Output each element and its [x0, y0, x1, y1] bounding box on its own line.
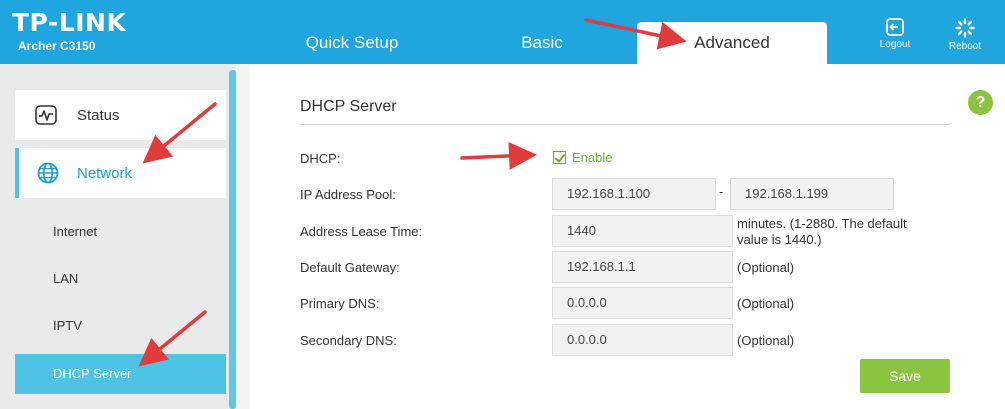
sidebar-subitem-iptv[interactable]: IPTV [15, 306, 226, 346]
gateway-input[interactable]: 192.168.1.1 [552, 251, 733, 283]
brand-logo: TP-LINK [12, 8, 127, 37]
reboot-icon [955, 18, 975, 38]
primary-dns-input[interactable]: 0.0.0.0 [552, 287, 733, 319]
brand: TP-LINK Archer C3150 [12, 8, 127, 54]
brand-model: Archer C3150 [18, 39, 96, 53]
ip-pool-end-input[interactable]: 192.168.1.199 [730, 178, 894, 210]
sidebar-subitem-lan[interactable]: LAN [15, 259, 226, 299]
secondary-dns-note: (Optional) [737, 333, 795, 348]
sidebar-item-status[interactable]: Status [15, 90, 226, 140]
reboot-label: Reboot [948, 41, 982, 52]
sidebar-subitem-internet[interactable]: Internet [15, 212, 226, 252]
page-title: DHCP Server [300, 98, 397, 115]
secondary-dns-label: Secondary DNS: [300, 333, 397, 348]
activity-icon [15, 105, 77, 125]
gateway-note: (Optional) [737, 260, 795, 275]
dhcp-label: DHCP: [300, 151, 341, 166]
logout-icon [886, 18, 904, 36]
ip-pool-start-input[interactable]: 192.168.1.100 [552, 178, 716, 210]
help-button[interactable]: ? [968, 90, 993, 115]
primary-dns-note: (Optional) [737, 296, 795, 311]
reboot-button[interactable]: Reboot [940, 18, 990, 52]
tab-advanced[interactable]: Advanced [637, 22, 827, 64]
tab-quick-setup[interactable]: Quick Setup [282, 0, 422, 64]
gateway-label: Default Gateway: [300, 260, 400, 275]
sidebar-subitem-dhcp-server[interactable]: DHCP Server [15, 354, 226, 394]
secondary-dns-input[interactable]: 0.0.0.0 [552, 324, 733, 356]
title-divider [300, 124, 950, 125]
ip-pool-label: IP Address Pool: [300, 187, 396, 202]
top-bar: TP-LINK Archer C3150 Quick Setup Basic A… [0, 0, 1005, 64]
logout-label: Logout [879, 39, 911, 50]
ip-pool-separator: - [719, 184, 724, 199]
enable-checkbox[interactable]: Enable [553, 150, 612, 165]
enable-label: Enable [572, 150, 613, 165]
logout-button[interactable]: Logout [870, 18, 920, 50]
lease-time-input[interactable]: 1440 [552, 215, 733, 247]
globe-icon [19, 162, 77, 184]
lease-time-label: Address Lease Time: [300, 224, 423, 239]
sidebar-item-label: Network [77, 164, 133, 182]
tab-basic[interactable]: Basic [492, 0, 592, 64]
sidebar-scrollbar[interactable] [229, 70, 236, 409]
lease-time-note: minutes. (1-2880. The default value is 1… [737, 216, 907, 248]
lease-note-line-1: minutes. (1-2880. The default [737, 216, 907, 231]
checkbox-checked-icon[interactable] [553, 151, 566, 164]
save-button[interactable]: Save [860, 359, 950, 393]
primary-dns-label: Primary DNS: [300, 296, 380, 311]
sidebar-item-network[interactable]: Network [15, 148, 226, 198]
sidebar-item-label: Status [77, 106, 120, 124]
lease-note-line-2: value is 1440.) [737, 232, 822, 247]
